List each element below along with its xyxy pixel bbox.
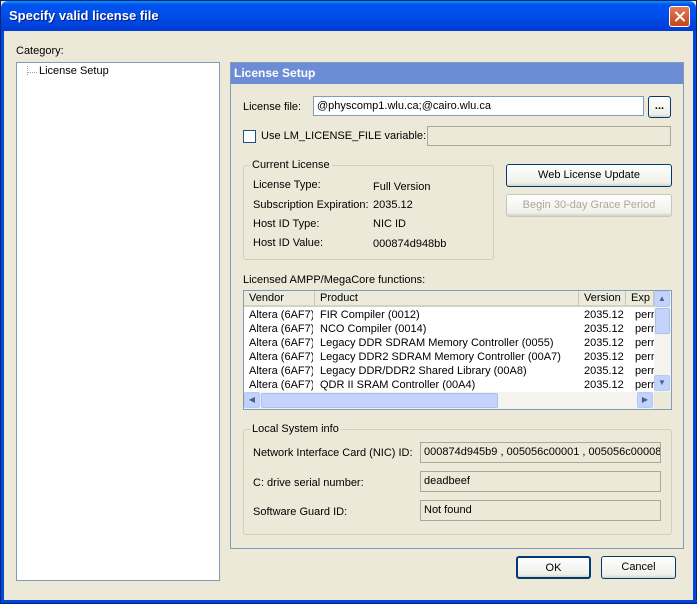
software-guard-label: Software Guard ID: <box>253 506 348 518</box>
subscription-expiration-label: Subscription Expiration: <box>253 199 369 211</box>
table-cell-exp[interactable]: perr <box>635 322 654 336</box>
current-license-label: Current License <box>250 159 332 171</box>
table-cell-vendor[interactable]: Altera (6AF7) <box>249 378 313 392</box>
table-cell-product[interactable]: NCO Compiler (0014) <box>320 322 578 336</box>
host-id-type-label: Host ID Type: <box>253 218 320 230</box>
table-cell-version[interactable]: 2035.12 <box>584 308 626 322</box>
license-file-label: License file: <box>243 101 302 113</box>
scroll-left-icon[interactable]: ◀ <box>244 392 260 408</box>
tree-item-license-setup[interactable]: License Setup <box>39 65 109 77</box>
category-tree[interactable]: License Setup <box>16 62 220 581</box>
functions-list[interactable]: Vendor Product Version Exp Altera (6AF7)… <box>243 290 672 410</box>
ok-button[interactable]: OK <box>516 556 591 579</box>
table-cell-version[interactable]: 2035.12 <box>584 322 626 336</box>
vertical-scroll-thumb[interactable] <box>655 308 670 334</box>
window-title: Specify valid license file <box>9 8 159 23</box>
table-cell-version[interactable]: 2035.12 <box>584 378 626 392</box>
table-cell-product[interactable]: FIR Compiler (0012) <box>320 308 578 322</box>
license-file-input[interactable]: @physcomp1.wlu.ca;@cairo.wlu.ca <box>313 96 644 116</box>
scroll-down-icon[interactable]: ▼ <box>654 375 670 391</box>
vertical-scrollbar[interactable]: ▲ ▼ <box>654 291 671 392</box>
close-icon[interactable] <box>669 6 690 27</box>
table-cell-product[interactable]: Legacy DDR2 SDRAM Memory Controller (00A… <box>320 350 578 364</box>
table-cell-version[interactable]: 2035.12 <box>584 336 626 350</box>
scroll-right-icon[interactable]: ▶ <box>637 392 653 408</box>
cancel-button[interactable]: Cancel <box>601 556 676 579</box>
browse-button[interactable]: ... <box>648 96 671 118</box>
window-frame-bottom <box>1 600 697 603</box>
host-id-type-value: NIC ID <box>373 218 406 230</box>
table-cell-product[interactable]: QDR II SRAM Controller (00A4) <box>320 378 578 392</box>
table-cell-exp[interactable]: perr <box>635 350 654 364</box>
scroll-up-icon[interactable]: ▲ <box>654 291 670 307</box>
use-env-checkbox[interactable] <box>243 130 256 143</box>
table-cell-exp[interactable]: perr <box>635 336 654 350</box>
table-cell-vendor[interactable]: Altera (6AF7) <box>249 364 313 378</box>
license-type-value: Full Version <box>373 181 431 193</box>
table-cell-vendor[interactable]: Altera (6AF7) <box>249 336 313 350</box>
tree-connector-icon <box>27 72 37 74</box>
column-header-product[interactable]: Product <box>315 291 579 307</box>
horizontal-scrollbar[interactable]: ◀ ▶ <box>244 392 654 409</box>
category-label: Category: <box>16 45 64 57</box>
table-cell-exp[interactable]: perr <box>635 378 654 392</box>
panel-title: License Setup <box>231 63 683 84</box>
subscription-expiration-value: 2035.12 <box>373 199 413 211</box>
table-cell-exp[interactable]: perr <box>635 308 654 322</box>
table-cell-vendor[interactable]: Altera (6AF7) <box>249 308 313 322</box>
window-frame-right <box>693 31 696 603</box>
column-header-version[interactable]: Version <box>579 291 626 307</box>
host-id-value: 000874d948bb <box>373 238 447 250</box>
table-cell-exp[interactable]: perr <box>635 364 654 378</box>
drive-serial-field[interactable]: deadbeef <box>420 471 661 492</box>
horizontal-scroll-thumb[interactable] <box>261 393 498 408</box>
nic-id-label: Network Interface Card (NIC) ID: <box>253 447 413 459</box>
nic-id-field[interactable]: 000874d945b9 , 005056c00001 , 005056c000… <box>420 442 661 463</box>
software-guard-field[interactable]: Not found <box>420 500 661 521</box>
table-cell-version[interactable]: 2035.12 <box>584 350 626 364</box>
table-cell-vendor[interactable]: Altera (6AF7) <box>249 322 313 336</box>
table-cell-vendor[interactable]: Altera (6AF7) <box>249 350 313 364</box>
functions-label: Licensed AMPP/MegaCore functions: <box>243 274 426 286</box>
table-cell-version[interactable]: 2035.12 <box>584 364 626 378</box>
host-id-value-label: Host ID Value: <box>253 237 324 249</box>
title-bar[interactable]: Specify valid license file <box>1 1 696 31</box>
scroll-corner <box>654 392 671 409</box>
table-cell-product[interactable]: Legacy DDR/DDR2 Shared Library (00A8) <box>320 364 578 378</box>
dialog-window: Specify valid license file Category: Lic… <box>0 0 697 604</box>
table-cell-product[interactable]: Legacy DDR SDRAM Memory Controller (0055… <box>320 336 578 350</box>
grace-period-button[interactable]: Begin 30-day Grace Period <box>506 194 672 217</box>
web-license-update-button[interactable]: Web License Update <box>506 164 672 187</box>
drive-serial-label: C: drive serial number: <box>253 477 364 489</box>
window-frame-left <box>1 31 4 603</box>
env-variable-field[interactable] <box>427 126 671 146</box>
local-system-info-label: Local System info <box>250 423 341 435</box>
use-env-label: Use LM_LICENSE_FILE variable: <box>261 130 427 142</box>
license-type-label: License Type: <box>253 179 321 191</box>
column-header-exp[interactable]: Exp <box>626 291 654 307</box>
column-header-vendor[interactable]: Vendor <box>244 291 315 307</box>
